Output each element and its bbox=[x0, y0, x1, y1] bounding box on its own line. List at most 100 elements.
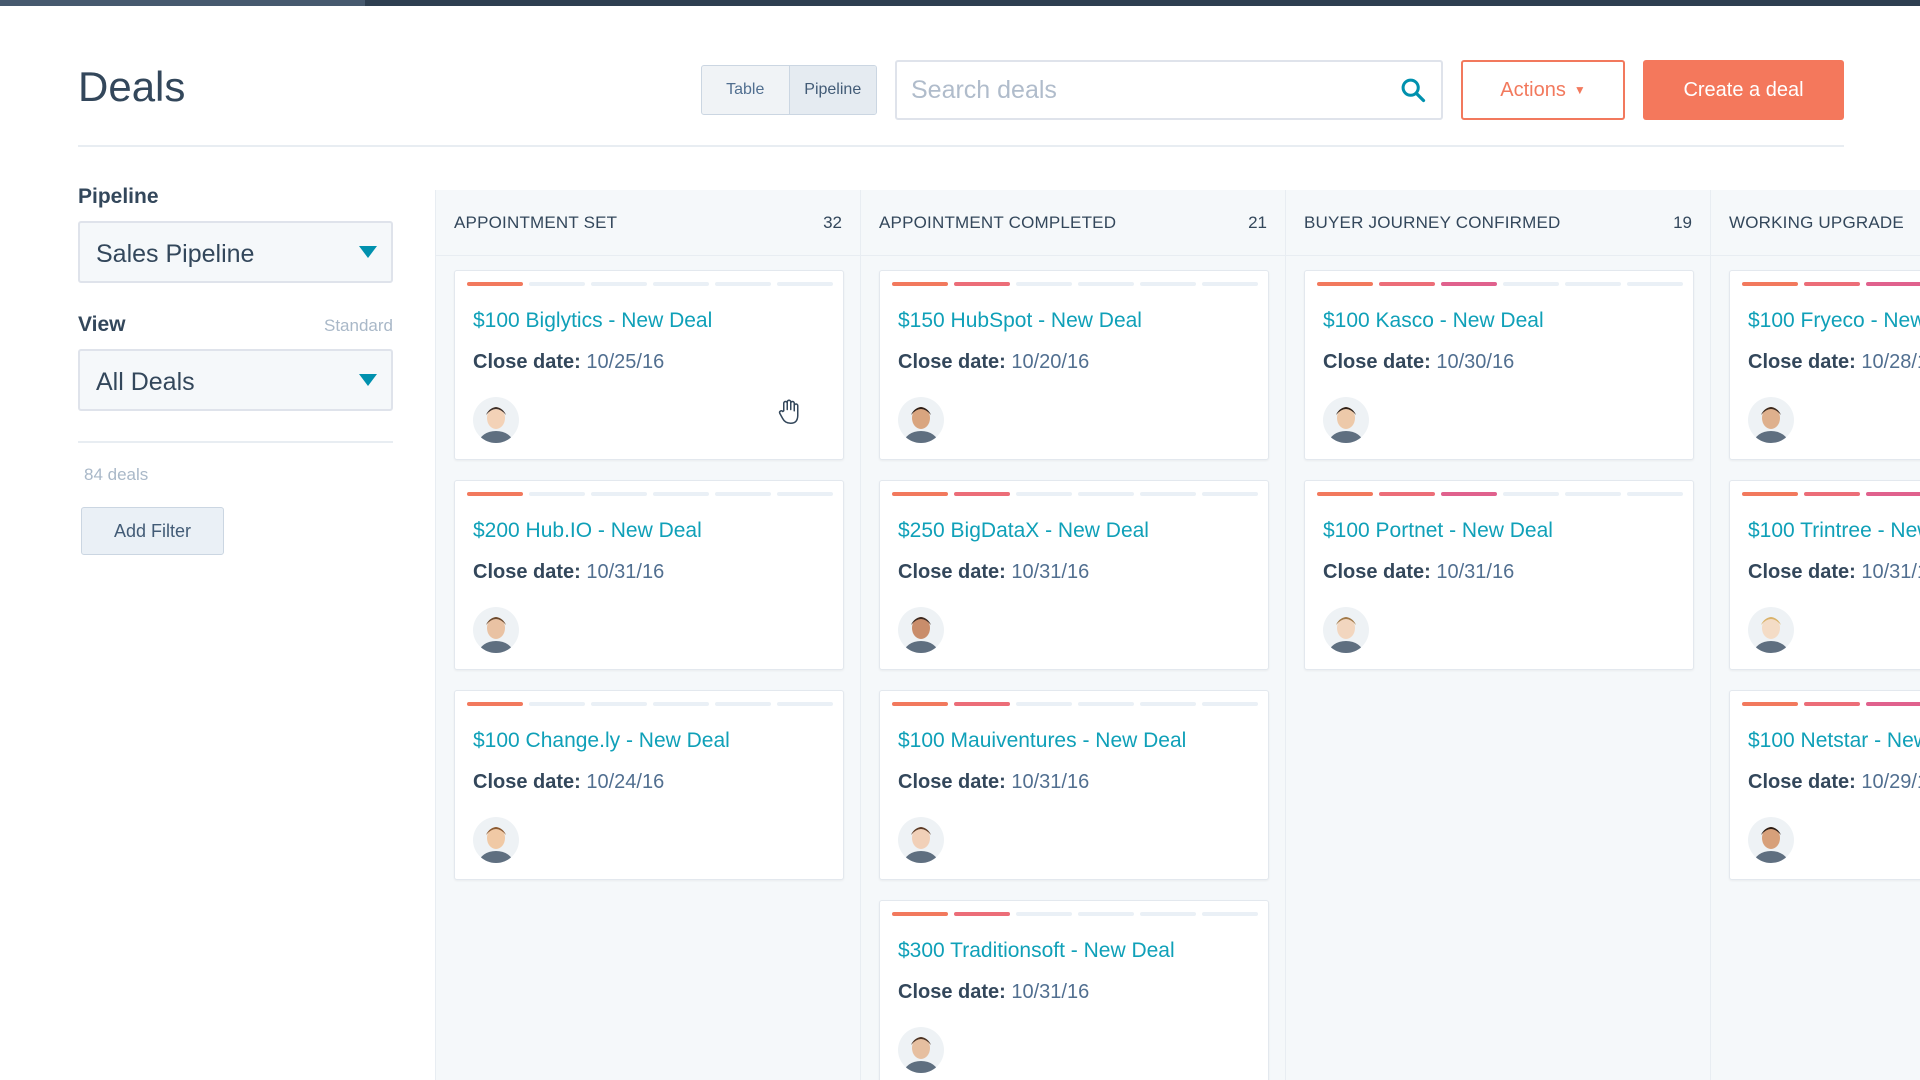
stage-progress-segment bbox=[1016, 492, 1072, 496]
owner-avatar[interactable] bbox=[473, 607, 519, 653]
stage-progress-segment bbox=[1804, 702, 1860, 706]
deal-card[interactable]: $100 Kasco - New Deal Close date: 10/30/1… bbox=[1304, 270, 1694, 460]
deal-card[interactable]: $200 Hub.IO - New Deal Close date: 10/31/… bbox=[454, 480, 844, 670]
deal-name-link[interactable]: $200 Hub.IO - New Deal bbox=[473, 519, 702, 543]
pipeline-view-button[interactable]: Pipeline bbox=[789, 66, 876, 114]
stage-progress-segment bbox=[1627, 492, 1683, 496]
deal-card[interactable]: $100 Netstar - New Deal Close date: 10/29… bbox=[1729, 690, 1920, 880]
deal-card[interactable]: $100 Trintree - New Deal Close date: 10/3… bbox=[1729, 480, 1920, 670]
close-date-row: Close date: 10/31/16 bbox=[1748, 561, 1920, 584]
search-icon[interactable] bbox=[1399, 76, 1427, 104]
owner-avatar[interactable] bbox=[473, 817, 519, 863]
stage-progress-segment bbox=[529, 282, 585, 286]
deal-card[interactable]: $100 Biglytics - New Deal Close date: 10/… bbox=[454, 270, 844, 460]
owner-avatar[interactable] bbox=[898, 397, 944, 443]
stage-progress-segment bbox=[1742, 492, 1798, 496]
deal-name-link[interactable]: $100 Mauiventures - New Deal bbox=[898, 729, 1186, 753]
close-date-value: 10/29/16 bbox=[1861, 771, 1920, 793]
stage-progress-segment bbox=[1202, 912, 1258, 916]
stage-progress-segment bbox=[892, 492, 948, 496]
view-label-row: View Standard bbox=[78, 313, 393, 337]
close-date-row: Close date: 10/28/16 bbox=[1748, 351, 1920, 374]
caret-down-icon: ▼ bbox=[1573, 83, 1586, 97]
stage-progress-segment bbox=[1503, 282, 1559, 286]
stage-progress-segment bbox=[1016, 282, 1072, 286]
close-date-row: Close date: 10/31/16 bbox=[898, 561, 1089, 584]
deal-card[interactable]: $300 Traditionsoft - New Deal Close date:… bbox=[879, 900, 1269, 1080]
stage-progress-segment bbox=[777, 702, 833, 706]
deal-name-link[interactable]: $100 Netstar - New Deal bbox=[1748, 729, 1920, 753]
deal-name-link[interactable]: $100 Portnet - New Deal bbox=[1323, 519, 1553, 543]
deal-card[interactable]: $100 Change.ly - New Deal Close date: 10/… bbox=[454, 690, 844, 880]
owner-avatar[interactable] bbox=[1748, 397, 1794, 443]
stage-progress-segment bbox=[1742, 282, 1798, 286]
owner-avatar[interactable] bbox=[1748, 607, 1794, 653]
stage-progress-segment bbox=[715, 492, 771, 496]
owner-avatar[interactable] bbox=[898, 1027, 944, 1073]
owner-avatar[interactable] bbox=[473, 397, 519, 443]
stage-progress-segment bbox=[467, 282, 523, 286]
owner-avatar[interactable] bbox=[898, 817, 944, 863]
close-date-row: Close date: 10/31/16 bbox=[898, 771, 1089, 794]
top-nav-bar bbox=[0, 0, 1920, 6]
pipeline-select[interactable]: Sales Pipeline bbox=[78, 221, 393, 283]
owner-avatar[interactable] bbox=[1748, 817, 1794, 863]
deal-name-link[interactable]: $300 Traditionsoft - New Deal bbox=[898, 939, 1175, 963]
page-header: Deals Table Pipeline Actions ▼ Create a … bbox=[78, 55, 1844, 147]
deal-card[interactable]: $100 Mauiventures - New Deal Close date: … bbox=[879, 690, 1269, 880]
stage-progress-segment bbox=[954, 492, 1010, 496]
pipeline-select-value: Sales Pipeline bbox=[96, 240, 255, 268]
sidebar-divider bbox=[78, 441, 393, 443]
close-date-row: Close date: 10/31/16 bbox=[1323, 561, 1514, 584]
stage-progress-segment bbox=[892, 912, 948, 916]
stage-progress-segment bbox=[1503, 492, 1559, 496]
view-hint: Standard bbox=[324, 316, 393, 335]
close-date-value: 10/31/16 bbox=[1011, 561, 1090, 583]
stage-progress-segment bbox=[653, 702, 709, 706]
search-box bbox=[895, 60, 1443, 120]
search-input[interactable] bbox=[911, 62, 1391, 118]
view-select[interactable]: All Deals bbox=[78, 349, 393, 411]
stage-progress-segment bbox=[653, 492, 709, 496]
deal-name-link[interactable]: $100 Trintree - New Deal bbox=[1748, 519, 1920, 543]
stage-progress bbox=[1742, 282, 1920, 286]
close-date-value: 10/25/16 bbox=[586, 351, 665, 373]
deal-name-link[interactable]: $100 Kasco - New Deal bbox=[1323, 309, 1544, 333]
view-label: View bbox=[78, 313, 126, 336]
stage-progress bbox=[892, 282, 1258, 286]
close-date-label: Close date: bbox=[473, 351, 581, 373]
stage-progress-segment bbox=[1016, 702, 1072, 706]
actions-button[interactable]: Actions ▼ bbox=[1461, 60, 1625, 120]
close-date-row: Close date: 10/24/16 bbox=[473, 771, 664, 794]
deal-name-link[interactable]: $100 Change.ly - New Deal bbox=[473, 729, 730, 753]
deal-name-link[interactable]: $100 Fryeco - New Deal bbox=[1748, 309, 1920, 333]
view-toggle: Table Pipeline bbox=[701, 65, 877, 115]
deal-card[interactable]: $250 BigDataX - New Deal Close date: 10/3… bbox=[879, 480, 1269, 670]
close-date-value: 10/31/16 bbox=[1436, 561, 1515, 583]
add-filter-button[interactable]: Add Filter bbox=[81, 507, 224, 555]
stage-progress-segment bbox=[1866, 702, 1920, 706]
table-view-button[interactable]: Table bbox=[702, 66, 790, 114]
close-date-value: 10/28/16 bbox=[1861, 351, 1920, 373]
deal-name-link[interactable]: $250 BigDataX - New Deal bbox=[898, 519, 1149, 543]
stage-progress-segment bbox=[591, 492, 647, 496]
stage-progress bbox=[892, 702, 1258, 706]
dropdown-arrow-icon bbox=[359, 374, 377, 386]
stage-progress bbox=[1742, 702, 1920, 706]
column-title: APPOINTMENT SET bbox=[454, 213, 618, 232]
close-date-row: Close date: 10/30/16 bbox=[1323, 351, 1514, 374]
stage-progress-segment bbox=[1078, 912, 1134, 916]
column-count: 32 bbox=[823, 213, 842, 232]
create-deal-button[interactable]: Create a deal bbox=[1643, 60, 1844, 120]
stage-progress-segment bbox=[529, 492, 585, 496]
owner-avatar[interactable] bbox=[898, 607, 944, 653]
deal-card[interactable]: $100 Portnet - New Deal Close date: 10/31… bbox=[1304, 480, 1694, 670]
stage-progress-segment bbox=[1565, 492, 1621, 496]
owner-avatar[interactable] bbox=[1323, 607, 1369, 653]
deal-name-link[interactable]: $100 Biglytics - New Deal bbox=[473, 309, 712, 333]
deal-name-link[interactable]: $150 HubSpot - New Deal bbox=[898, 309, 1142, 333]
owner-avatar[interactable] bbox=[1323, 397, 1369, 443]
deal-card[interactable]: $150 HubSpot - New Deal Close date: 10/20… bbox=[879, 270, 1269, 460]
dropdown-arrow-icon bbox=[359, 246, 377, 258]
deal-card[interactable]: $100 Fryeco - New Deal Close date: 10/28/… bbox=[1729, 270, 1920, 460]
